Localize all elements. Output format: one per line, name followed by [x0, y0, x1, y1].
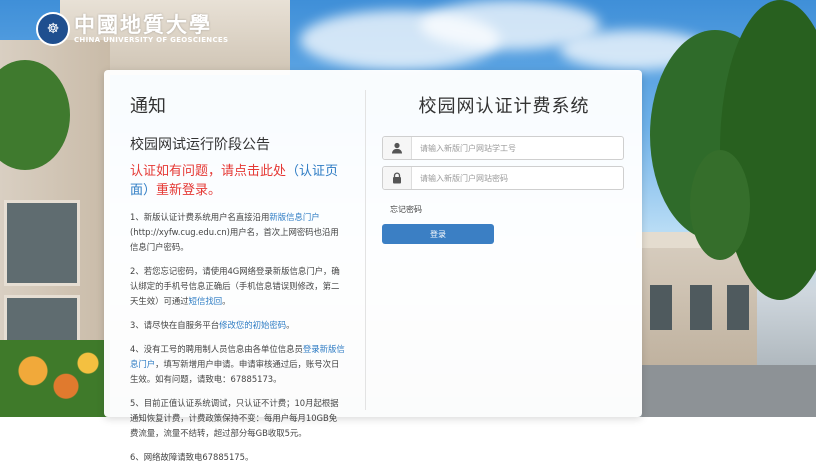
new-portal-link[interactable]: 新版信息门户 — [269, 212, 319, 222]
notice-list: 1、新版认证计费系统用户名直接沿用新版信息门户(http://xyfw.cug.… — [130, 210, 345, 465]
alert-suffix: 重新登录。 — [156, 183, 222, 198]
sms-recovery-link[interactable]: 短信找回 — [189, 296, 223, 306]
password-field — [382, 166, 624, 190]
notice-item-1: 1、新版认证计费系统用户名直接沿用新版信息门户(http://xyfw.cug.… — [130, 212, 339, 252]
notice-item-5: 5、目前正值认证系统调试，只认证不计费；10月起根据通知恢复计费，计费政策保持不… — [130, 398, 339, 438]
notice-item-3: 3、请尽快在自服务平台修改您的初始密码。 — [130, 320, 295, 330]
password-input[interactable] — [412, 168, 623, 188]
university-seal-icon: ☸ — [36, 12, 70, 46]
notice-item-4: 4、没有工号的聘用制人员信息由各单位信息员登录新版信息门户，填写新增用户申请。申… — [130, 344, 345, 384]
panel-divider — [365, 90, 366, 410]
login-section: 校园网认证计费系统 忘记密码 登录 — [382, 70, 626, 244]
change-password-link[interactable]: 修改您的初始密码 — [219, 320, 286, 330]
user-icon — [383, 137, 412, 159]
username-input[interactable] — [412, 138, 623, 158]
notice-subtitle: 校园网试运行阶段公告 — [130, 137, 270, 153]
university-logo: ☸ 中國地質大學 CHINA UNIVERSITY OF GEOSCIENCES — [36, 12, 228, 46]
logo-name-en: CHINA UNIVERSITY OF GEOSCIENCES — [74, 36, 229, 44]
notice-item-2: 2、若您忘记密码，请使用4G网络登录新版信息门户，确认绑定的手机号信息正确后（手… — [130, 266, 340, 306]
alert-text[interactable]: 认证如有问题，请点击此处 — [130, 164, 286, 179]
notice-title: 通知 — [130, 96, 166, 117]
forgot-password-link[interactable]: 忘记密码 — [390, 204, 422, 215]
logo-name-cn: 中國地質大學 — [74, 12, 212, 37]
login-button[interactable]: 登录 — [382, 224, 494, 244]
username-field — [382, 136, 624, 160]
lock-icon — [383, 167, 412, 189]
notice-alert: 认证如有问题，请点击此处（认证页面）重新登录。 — [130, 162, 345, 200]
main-panel: 通知 校园网试运行阶段公告 认证如有问题，请点击此处（认证页面）重新登录。 1、… — [104, 70, 642, 462]
notice-item-6: 6、网络故障请致电67885175。 — [130, 452, 254, 462]
login-title: 校园网认证计费系统 — [418, 96, 590, 117]
